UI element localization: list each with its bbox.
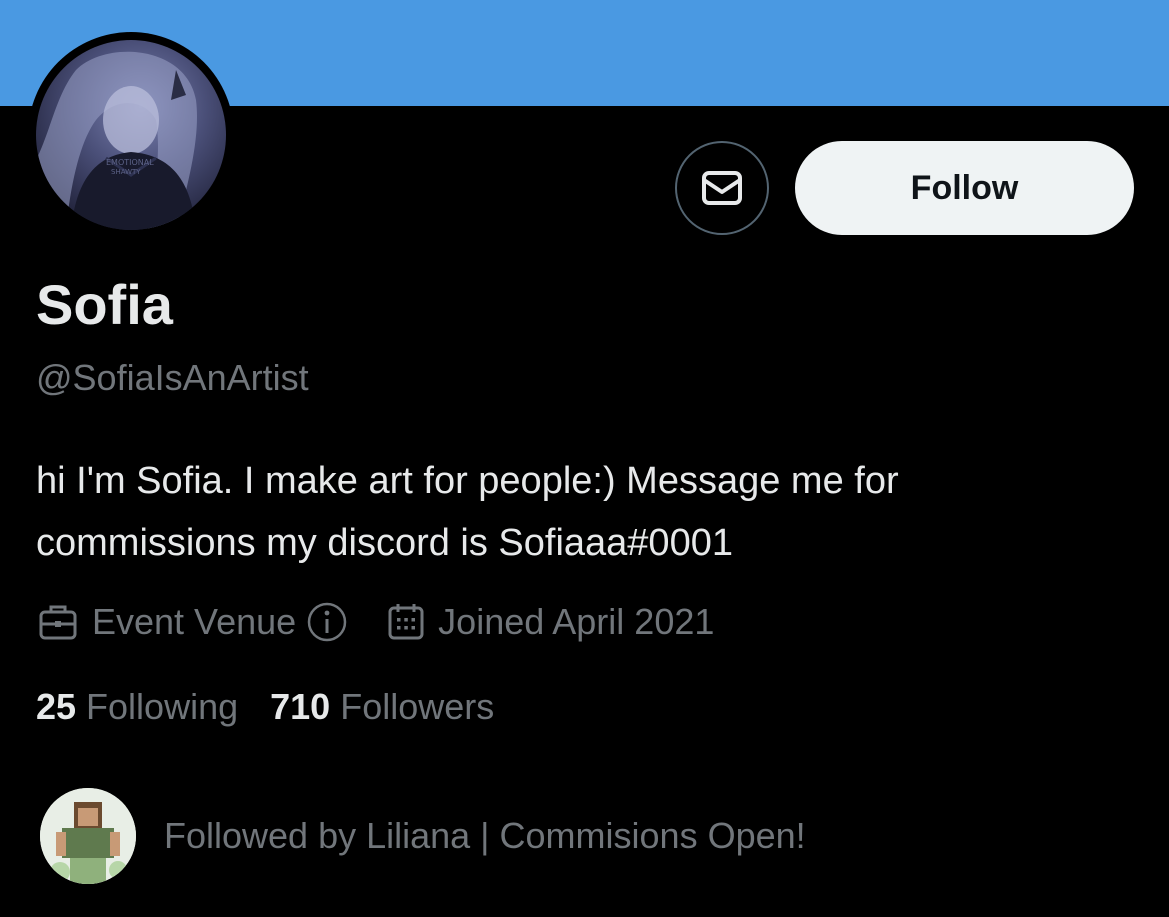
profile-bio: hi I'm Sofia. I make art for people:) Me… — [36, 450, 1116, 574]
profile-meta: Event Venue Joined April 2021 — [36, 597, 714, 647]
joined-date: Joined April 2021 — [438, 601, 715, 642]
user-handle: @SofiaIsAnArtist — [36, 357, 309, 398]
category-item: Event Venue — [36, 600, 348, 644]
display-name: Sofia — [36, 273, 173, 336]
bio-line: commissions my discord is Sofiaaa#0001 — [36, 522, 733, 564]
followed-by-row[interactable]: Followed by Liliana | Commisions Open! — [40, 788, 806, 884]
category-info-button[interactable] — [306, 601, 348, 643]
follow-button[interactable]: Follow — [795, 141, 1134, 235]
followers-count: 710 — [270, 686, 331, 727]
follower-avatar[interactable] — [40, 788, 136, 884]
followed-by-text[interactable]: Followed by Liliana | Commisions Open! — [164, 815, 806, 857]
following-label: Following — [86, 686, 239, 727]
info-icon — [307, 602, 347, 642]
followers-label: Followers — [340, 686, 495, 727]
briefcase-icon — [39, 605, 77, 640]
joined-item: Joined April 2021 — [386, 601, 714, 643]
calendar-icon — [388, 604, 424, 640]
svg-text:SHAWTY: SHAWTY — [111, 168, 141, 176]
profile-avatar[interactable]: EMOTIONAL SHAWTY — [36, 40, 226, 230]
followers-link[interactable]: 710 Followers — [270, 686, 494, 728]
avatar-illustration: EMOTIONAL SHAWTY — [36, 51, 197, 230]
message-button[interactable] — [675, 141, 769, 235]
following-link[interactable]: 25 Following — [36, 686, 238, 728]
bio-line: hi I'm Sofia. I make art for people:) Me… — [36, 460, 899, 502]
shirt-print: EMOTIONAL — [106, 158, 154, 167]
follow-stats: 25 Following 710 Followers — [36, 682, 494, 732]
category-label: Event Venue — [92, 601, 297, 642]
envelope-icon — [702, 171, 742, 205]
follower-avatar-image — [40, 788, 136, 884]
following-count: 25 — [36, 686, 77, 727]
